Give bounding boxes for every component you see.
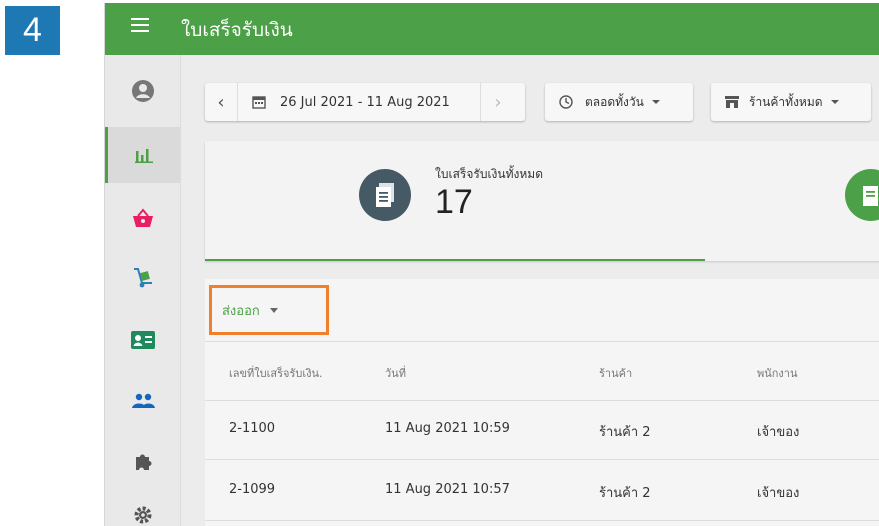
table-header: เลขที่ใบเสร็จรับเงิน. วันที่ ร้านค้า พนั…	[205, 341, 879, 401]
sidebar-item-integrations[interactable]	[105, 433, 180, 489]
step-number-badge: 4	[5, 6, 60, 55]
gear-icon	[134, 506, 151, 524]
puzzle-icon	[135, 454, 151, 470]
time-filter-dropdown[interactable]: ตลอดทั้งวัน	[545, 83, 693, 121]
receipt-icon	[359, 169, 411, 221]
store-filter-dropdown[interactable]: ร้านค้าทั้งหมด	[711, 83, 871, 121]
chevron-down-icon	[651, 100, 660, 104]
top-app-bar: ใบเสร็จรับเงิน	[105, 3, 879, 55]
main-content: ‹ 26 Jul 2021 - 11 Aug 2021 › ตลอดทั้งวั…	[181, 55, 879, 526]
kpi-summary-card: ใบเสร็จรับเงินทั้งหมด 17	[205, 141, 879, 261]
next-period-button[interactable]: ›	[481, 92, 515, 113]
sidebar-item-customers[interactable]	[105, 373, 180, 429]
calendar-icon	[252, 96, 266, 109]
date-range-selector: ‹ 26 Jul 2021 - 11 Aug 2021 ›	[205, 83, 525, 121]
basket-icon	[132, 208, 153, 227]
store-filter-label: ร้านค้าทั้งหมด	[749, 94, 823, 109]
app-window: ใบเสร็จรับเงิน ‹ 26 Jul 2021 - 11 Aug 20…	[104, 3, 879, 526]
time-filter-label: ตลอดทั้งวัน	[585, 94, 644, 109]
active-tab-indicator	[205, 259, 705, 261]
column-header-employee[interactable]: พนักงาน	[757, 364, 798, 382]
sidebar-item-reports[interactable]	[105, 127, 180, 183]
id-card-icon	[130, 331, 155, 349]
column-header-receipt-no[interactable]: เลขที่ใบเสร็จรับเงิน.	[229, 364, 323, 382]
prev-period-button[interactable]: ‹	[205, 92, 237, 113]
cell-date: 11 Aug 2021 10:57	[385, 482, 510, 497]
export-button[interactable]: ส่งออก	[209, 285, 329, 335]
bar-chart-icon	[135, 149, 153, 163]
cell-date: 11 Aug 2021 10:59	[385, 421, 510, 436]
receipt-icon	[845, 169, 879, 221]
sidebar-item-account[interactable]	[105, 63, 180, 119]
sidebar-item-sales[interactable]	[105, 190, 180, 246]
table-row[interactable]: 2-1099 11 Aug 2021 10:57 ร้านค้า 2 เจ้าข…	[205, 460, 879, 521]
date-range-label[interactable]: 26 Jul 2021 - 11 Aug 2021	[280, 95, 480, 110]
cell-receipt-no: 2-1100	[229, 421, 276, 436]
kpi-label: ใบเสร็จรับเงินทั้งหมด	[435, 167, 543, 181]
sidebar-item-settings[interactable]	[105, 487, 180, 526]
clock-icon	[559, 95, 573, 109]
cell-employee: เจ้าของ	[757, 486, 800, 501]
store-icon	[725, 96, 739, 108]
sidebar-item-inventory[interactable]	[105, 250, 180, 306]
account-circle-icon	[131, 80, 154, 102]
column-header-store[interactable]: ร้านค้า	[599, 364, 632, 382]
cell-employee: เจ้าของ	[757, 425, 800, 440]
chevron-down-icon	[269, 307, 278, 313]
receipts-table-card: ส่งออก เลขที่ใบเสร็จรับเงิน. วันที่ ร้าน…	[205, 279, 879, 526]
hand-truck-icon	[133, 268, 152, 288]
sidebar-nav	[105, 55, 181, 526]
sidebar-item-employees[interactable]	[105, 312, 180, 368]
people-icon	[131, 393, 155, 408]
export-label: ส่งออก	[222, 303, 260, 319]
cell-store: ร้านค้า 2	[599, 425, 651, 440]
table-row[interactable]: 2-1100 11 Aug 2021 10:59 ร้านค้า 2 เจ้าข…	[205, 399, 879, 460]
page-title: ใบเสร็จรับเงิน	[181, 19, 293, 41]
chevron-down-icon	[830, 100, 839, 104]
cell-receipt-no: 2-1099	[229, 482, 276, 497]
column-header-date[interactable]: วันที่	[385, 364, 406, 382]
hamburger-menu-icon[interactable]	[131, 18, 149, 32]
kpi-value: 17	[435, 183, 473, 221]
cell-store: ร้านค้า 2	[599, 486, 651, 501]
